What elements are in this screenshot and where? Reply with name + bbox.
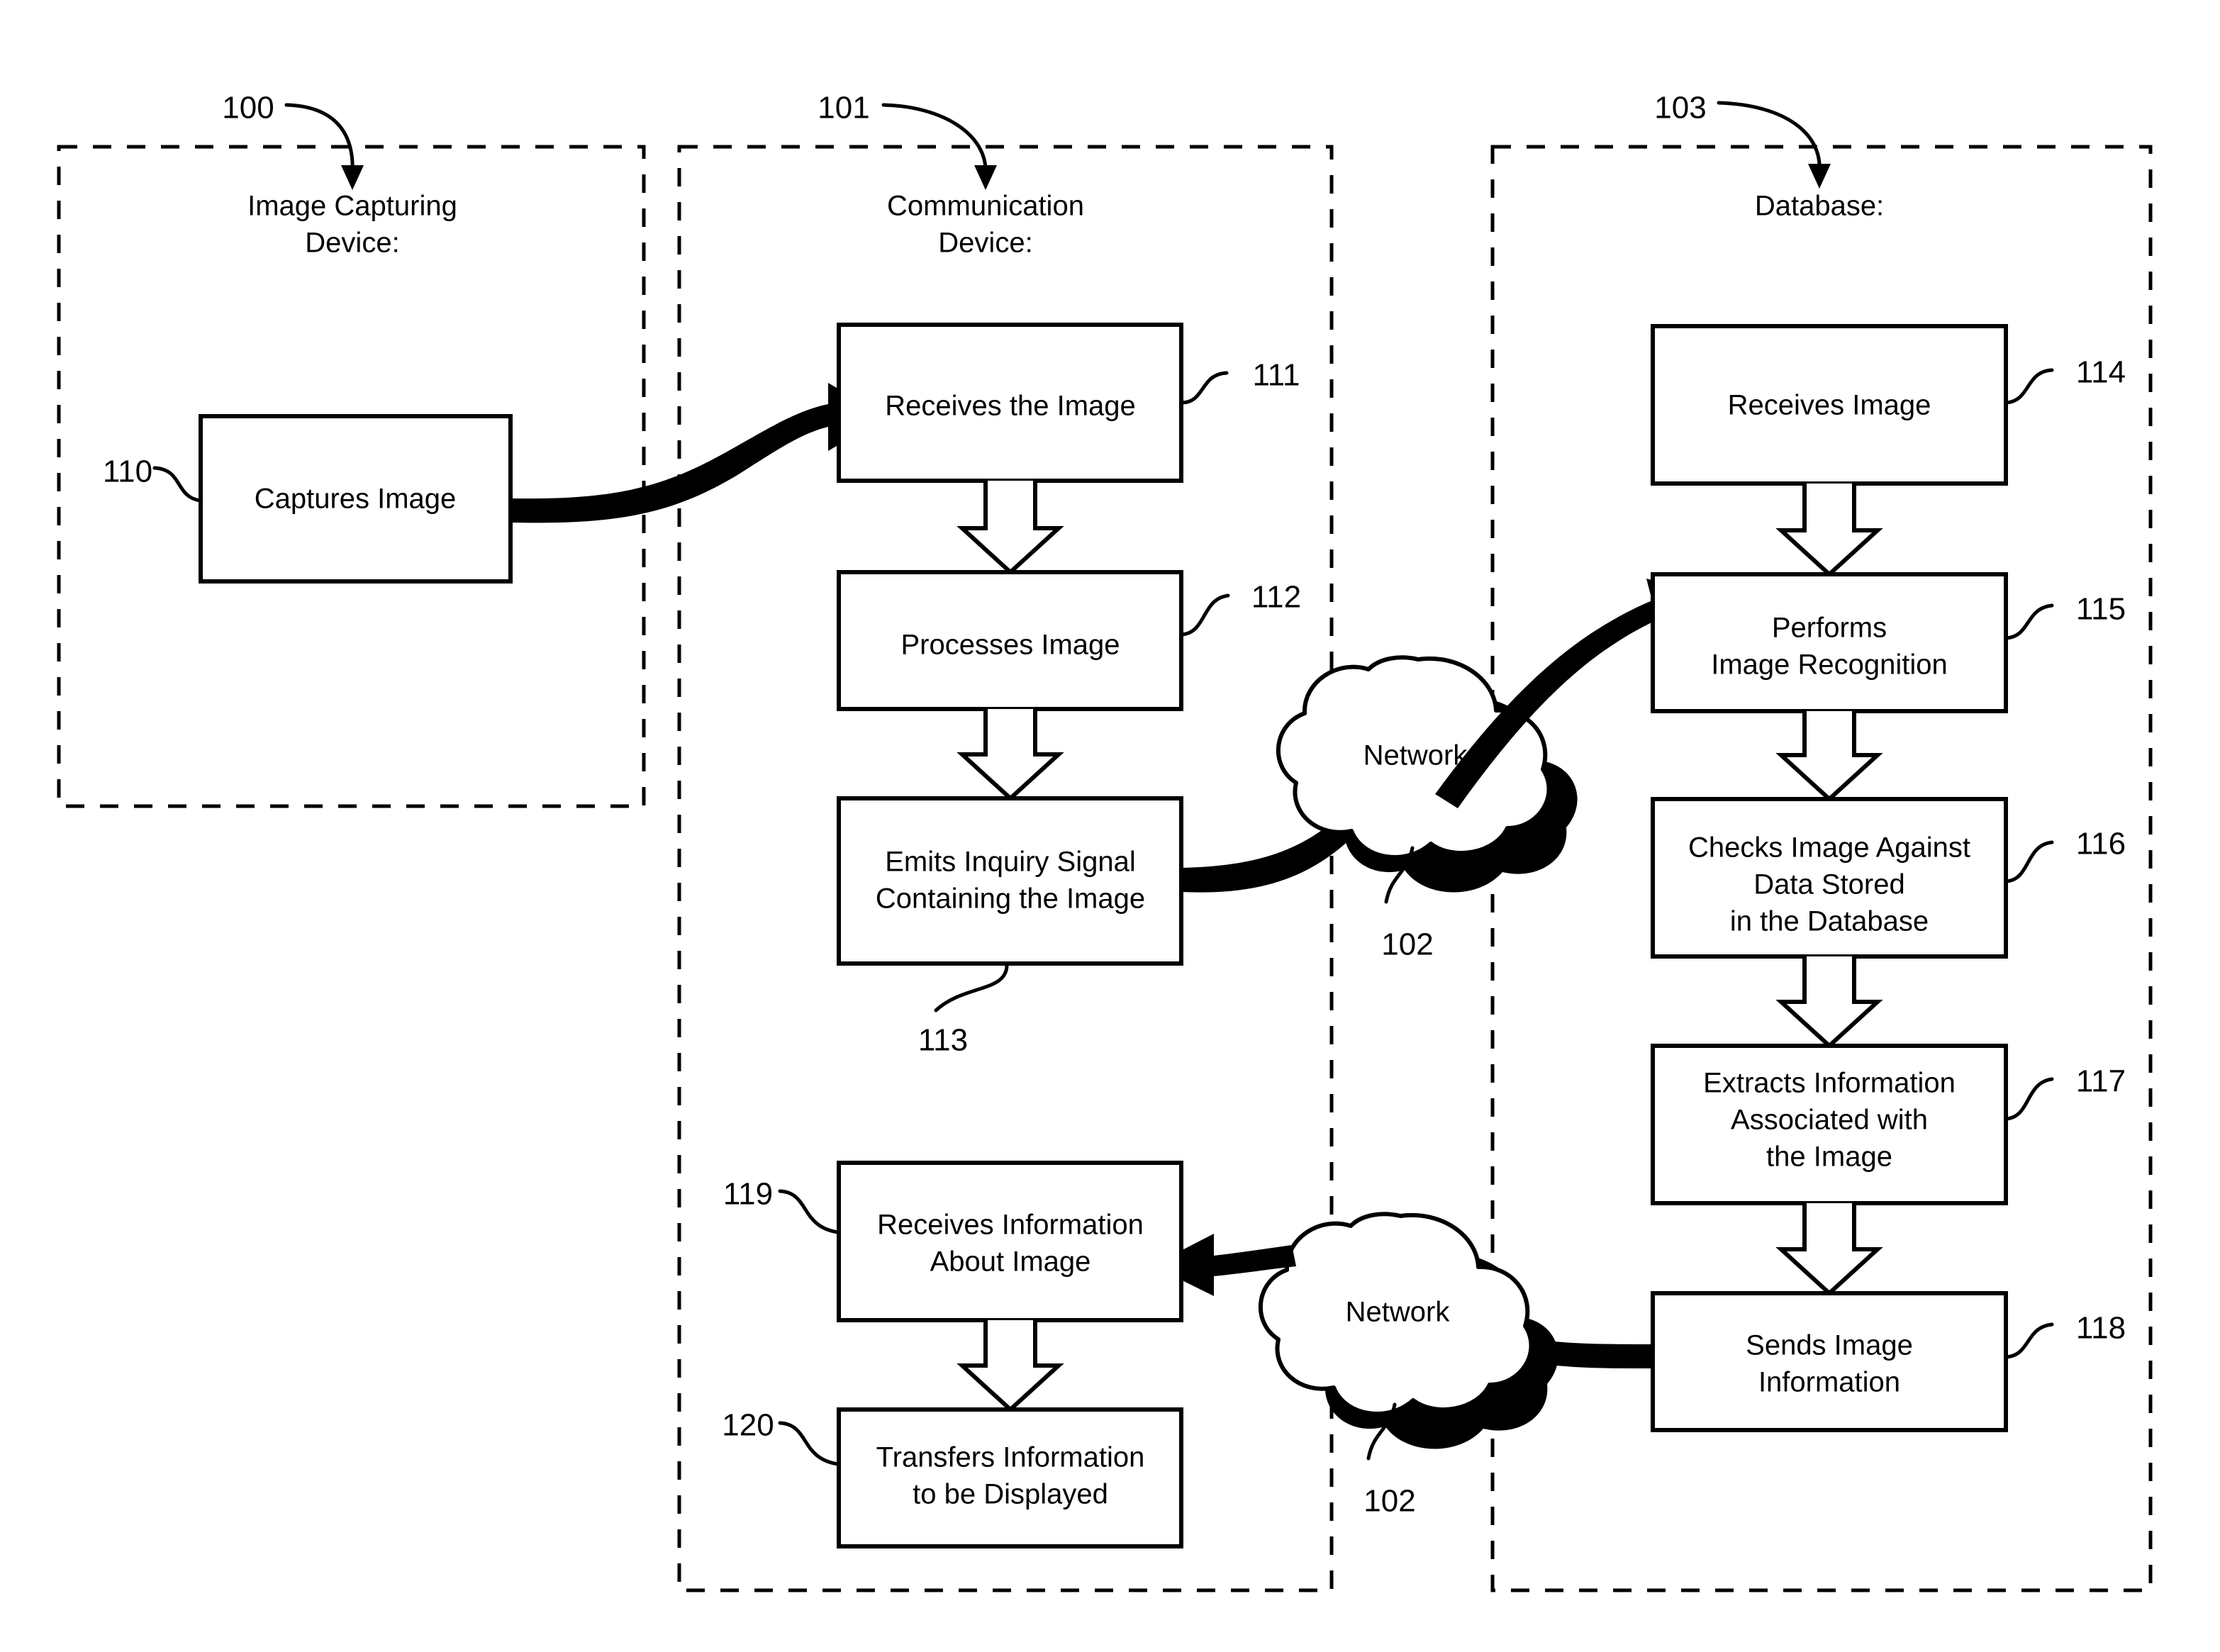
ref-number-102-upper: 102 <box>1381 927 1433 962</box>
network-cloud-lower-label: Network <box>1346 1297 1451 1328</box>
ref-number-114: 114 <box>2076 355 2126 390</box>
process-box-extracts-information-line3: the Image <box>1766 1142 1892 1173</box>
ref-number-113: 113 <box>918 1023 968 1058</box>
process-box-captures-image-label: Captures Image <box>255 484 457 515</box>
ref-leader-111 <box>1179 371 1229 405</box>
process-box-receives-image-label: Receives Image <box>1728 390 1931 421</box>
process-box-checks-image-against-data-line2: Data Stored <box>1753 869 1904 900</box>
ref-number-120: 120 <box>722 1408 774 1443</box>
ref-leader-116 <box>2004 840 2054 883</box>
ref-number-118: 118 <box>2076 1311 2126 1346</box>
ref-pointer-103 <box>1717 101 1822 174</box>
process-box-emits-inquiry-signal <box>837 796 1183 966</box>
block-arrow-116-to-117 <box>1775 956 1883 1049</box>
ref-leader-113 <box>934 961 1009 1012</box>
process-box-processes-image-label: Processes Image <box>900 630 1120 661</box>
block-arrow-119-to-120 <box>956 1320 1064 1413</box>
process-box-transfers-information-line1: Transfers Information <box>876 1442 1145 1473</box>
ref-leader-110 <box>152 466 202 503</box>
ref-pointer-101 <box>881 103 988 176</box>
network-cloud-lower: Network 102 <box>1258 1212 1558 1519</box>
ref-number-100: 100 <box>222 91 274 125</box>
section-title-image-capturing-device-line1: Image Capturing <box>247 191 457 222</box>
flow-diagram-svg: Image Capturing Device: Communication De… <box>57 91 2153 1592</box>
process-box-transfers-information-line2: to be Displayed <box>913 1479 1108 1510</box>
section-title-communication-device-line1: Communication <box>887 191 1084 222</box>
ref-leader-117 <box>2004 1077 2054 1121</box>
ref-leader-115 <box>2004 603 2054 640</box>
ref-number-101: 101 <box>818 91 869 125</box>
process-box-performs-image-recognition-line2: Image Recognition <box>1711 649 1948 681</box>
process-box-checks-image-against-data-line3: in the Database <box>1730 906 1929 937</box>
process-box-receives-information-about-image-line2: About Image <box>930 1246 1091 1278</box>
ref-pointer-100 <box>284 103 355 176</box>
ref-number-110: 110 <box>103 454 152 489</box>
process-box-sends-image-information <box>1651 1291 2008 1432</box>
ref-pointer-arrowhead-100 <box>341 165 364 190</box>
block-arrow-112-to-113 <box>956 709 1064 802</box>
ref-leader-119 <box>778 1189 840 1234</box>
patent-figure-canvas: Image Capturing Device: Communication De… <box>0 0 2220 1652</box>
ref-leader-112 <box>1179 593 1230 637</box>
ref-number-116: 116 <box>2076 827 2126 861</box>
ref-pointer-arrowhead-103 <box>1808 164 1831 189</box>
process-box-receives-information-about-image-line1: Receives Information <box>877 1210 1144 1241</box>
ref-number-119: 119 <box>723 1177 773 1212</box>
process-box-emits-inquiry-signal-line2: Containing the Image <box>876 883 1145 915</box>
process-box-transfers-information <box>837 1407 1183 1548</box>
flow-arrow-capture-to-receive <box>511 383 886 523</box>
ref-leader-120 <box>778 1421 840 1466</box>
section-title-database-line1: Database: <box>1755 191 1884 222</box>
section-title-image-capturing-device-line2: Device: <box>305 228 399 259</box>
ref-leader-118 <box>2004 1322 2054 1359</box>
network-cloud-upper-label: Network <box>1363 740 1468 771</box>
process-box-performs-image-recognition-line1: Performs <box>1772 613 1887 644</box>
block-arrow-117-to-118 <box>1775 1203 1883 1297</box>
ref-number-111: 111 <box>1253 358 1300 393</box>
block-arrow-115-to-116 <box>1775 711 1883 803</box>
section-title-communication-device-line2: Device: <box>938 228 1032 259</box>
process-box-sends-image-information-line2: Information <box>1758 1367 1900 1398</box>
process-box-checks-image-against-data-line1: Checks Image Against <box>1688 832 1970 864</box>
process-box-extracts-information-line1: Extracts Information <box>1703 1068 1956 1099</box>
ref-number-117: 117 <box>2076 1064 2126 1099</box>
process-box-emits-inquiry-signal-line1: Emits Inquiry Signal <box>885 847 1135 878</box>
process-box-receives-the-image-label: Receives the Image <box>885 391 1136 422</box>
ref-number-103: 103 <box>1654 91 1706 125</box>
ref-number-115: 115 <box>2076 592 2126 627</box>
process-box-extracts-information-line2: Associated with <box>1731 1105 1928 1136</box>
block-arrow-111-to-112 <box>956 481 1064 576</box>
ref-number-112: 112 <box>1251 580 1301 615</box>
process-box-receives-information-about-image <box>837 1161 1183 1322</box>
ref-pointer-arrowhead-101 <box>974 165 997 190</box>
ref-number-102-lower: 102 <box>1363 1484 1415 1519</box>
block-arrow-114-to-115 <box>1775 484 1883 578</box>
ref-leader-114 <box>2004 368 2054 405</box>
process-box-sends-image-information-line1: Sends Image <box>1746 1330 1913 1361</box>
